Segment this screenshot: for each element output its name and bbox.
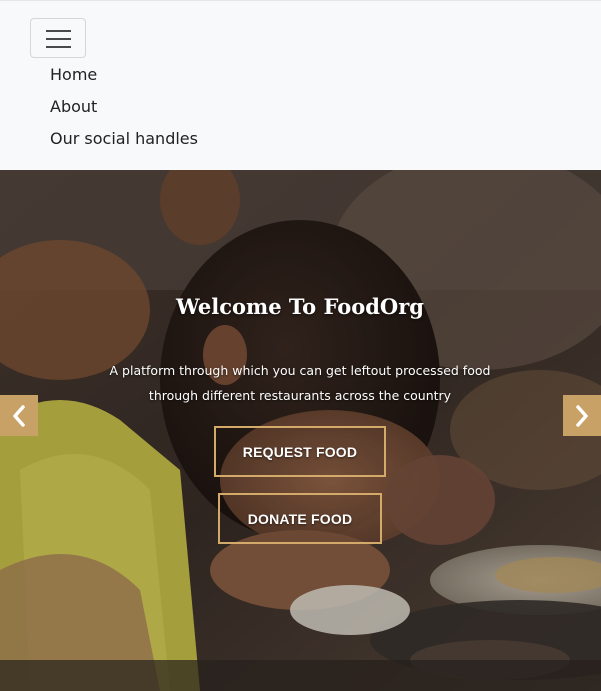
request-food-button[interactable]: REQUEST FOOD [214, 426, 386, 477]
chevron-right-icon [576, 404, 588, 427]
hero-carousel: Welcome To FoodOrg A platform through wh… [0, 170, 601, 691]
donate-food-button[interactable]: DONATE FOOD [218, 493, 382, 544]
navbar: Home About Our social handles [0, 0, 601, 170]
hero-subtitle: A platform through which you can get lef… [109, 363, 491, 403]
hero-title: Welcome To FoodOrg [176, 294, 424, 319]
chevron-left-icon [13, 404, 25, 427]
carousel-next-button[interactable] [563, 395, 601, 436]
navbar-toggler-button[interactable] [30, 18, 86, 58]
carousel-prev-button[interactable] [0, 395, 38, 436]
nav-link-about[interactable]: About [50, 91, 198, 123]
nav-link-social-handles[interactable]: Our social handles [50, 123, 198, 155]
nav-links: Home About Our social handles [50, 59, 198, 155]
nav-link-home[interactable]: Home [50, 59, 198, 91]
